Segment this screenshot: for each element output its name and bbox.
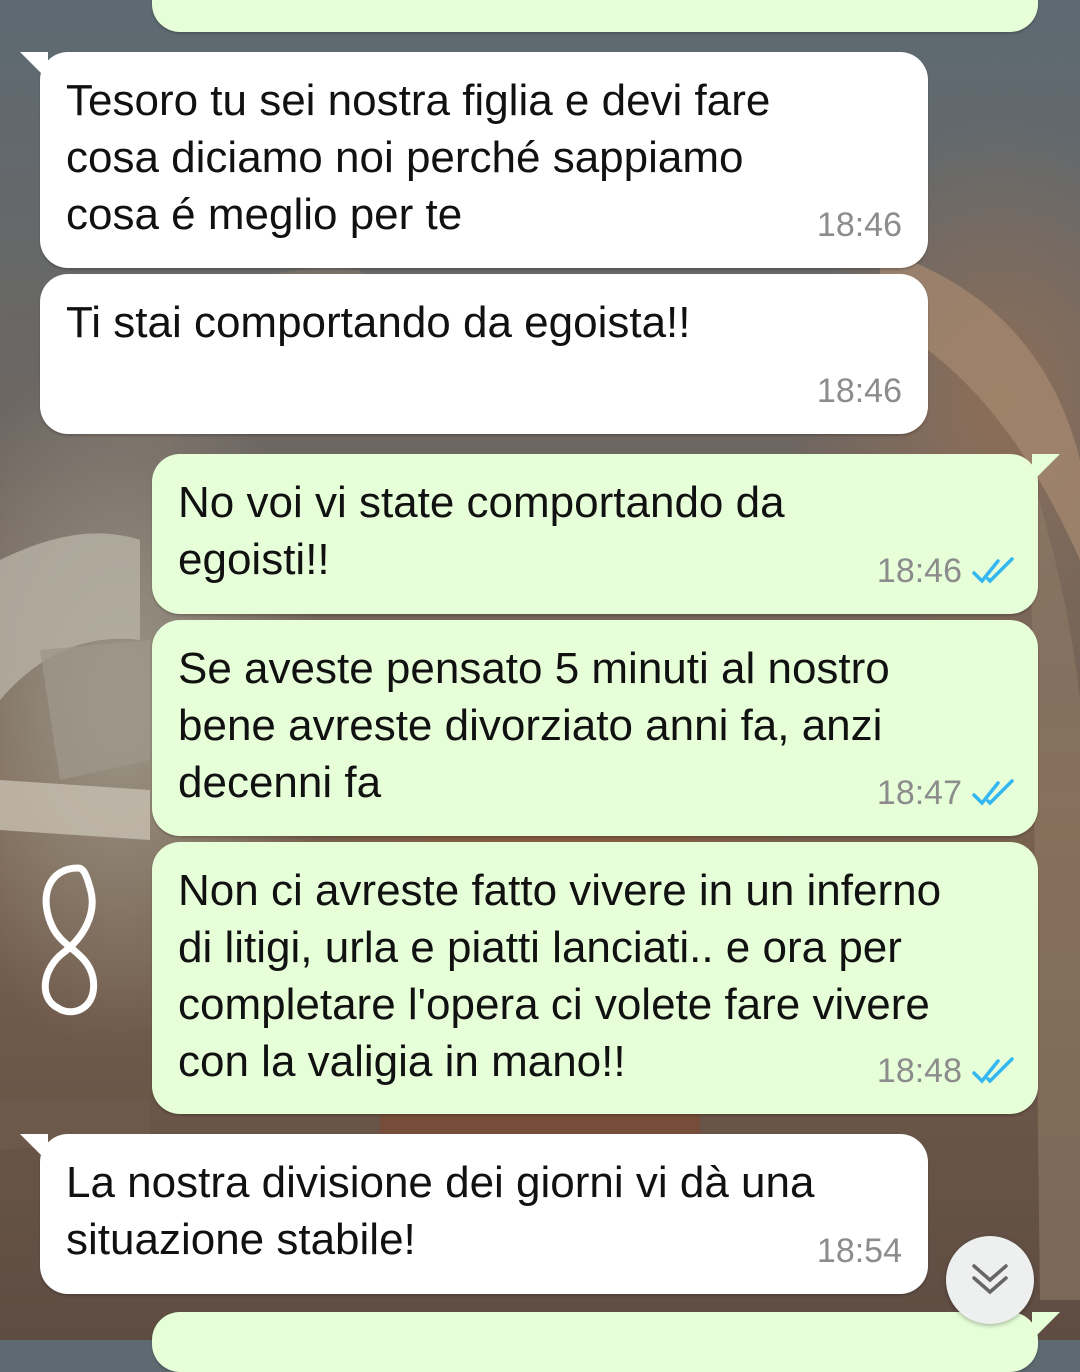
message-time: 18:54 (816, 1232, 902, 1270)
chevron-double-down-icon (972, 1264, 1008, 1295)
message-time: 18:46 (876, 552, 962, 590)
bubble-tail (1032, 454, 1060, 482)
double-check-icon (972, 556, 1014, 584)
message-time: 18:47 (876, 774, 962, 812)
message-text: Tesoro tu sei nostra figlia e devi fare … (66, 76, 771, 239)
message-text: La nostra divisione dei giorni vi dà una… (66, 1158, 815, 1264)
message-time: 18:46 (816, 372, 902, 410)
double-check-icon (972, 1056, 1014, 1084)
message-bubble-outgoing[interactable]: Non ci avreste fatto vivere in un infern… (152, 842, 1038, 1114)
scroll-to-bottom-button[interactable] (946, 1236, 1034, 1324)
scribble-annotation (41, 864, 98, 1016)
double-check-icon (972, 0, 1016, 1)
message-bubble-incoming[interactable]: Tesoro tu sei nostra figlia e devi fare … (20, 52, 928, 268)
bubble-tail (20, 1134, 48, 1162)
message-meta: 18:46 (817, 197, 902, 254)
bubble-tail (20, 52, 48, 80)
message-meta: 18:54 (817, 1223, 902, 1280)
message-bubble-outgoing[interactable]: Se aveste pensato 5 minuti al nostro ben… (152, 620, 1038, 836)
message-meta: 18:46 (817, 363, 902, 420)
double-check-icon (972, 778, 1014, 806)
message-meta: 18:46 (877, 543, 1016, 600)
message-meta: 18:47 (877, 765, 1016, 822)
bubble-tail (1032, 1312, 1060, 1340)
message-bubble-outgoing[interactable]: No voi vi state comportando da egoisti!!… (152, 454, 1060, 614)
message-text: Ti stai comportando da egoista!! (66, 298, 691, 347)
message-meta: 18:45 (877, 0, 1016, 14)
message-time: 18:46 (816, 206, 902, 244)
message-bubble-outgoing[interactable] (152, 1312, 1060, 1372)
message-time: 18:48 (876, 1052, 962, 1090)
message-bubble-outgoing[interactable]: 18:45 (152, 0, 1038, 32)
message-time: 18:45 (877, 0, 962, 14)
message-meta: 18:48 (877, 1043, 1016, 1100)
message-bubble-incoming[interactable]: Ti stai comportando da egoista!! 18:46 (40, 274, 928, 434)
message-bubble-incoming[interactable]: La nostra divisione dei giorni vi dà una… (20, 1134, 928, 1294)
